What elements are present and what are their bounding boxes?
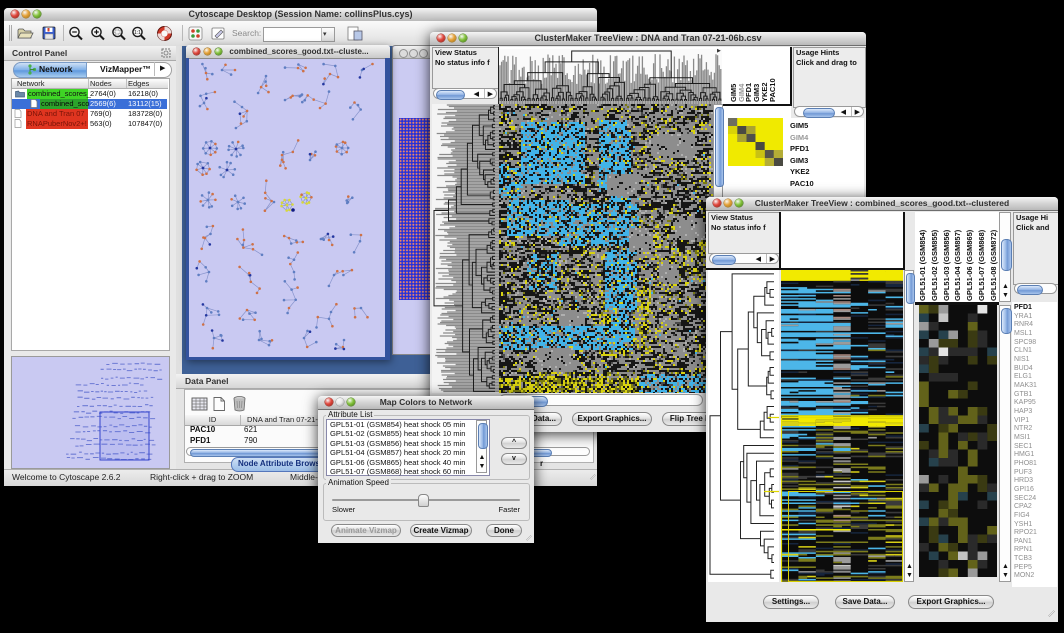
svg-text:1:1: 1:1 (134, 30, 141, 36)
